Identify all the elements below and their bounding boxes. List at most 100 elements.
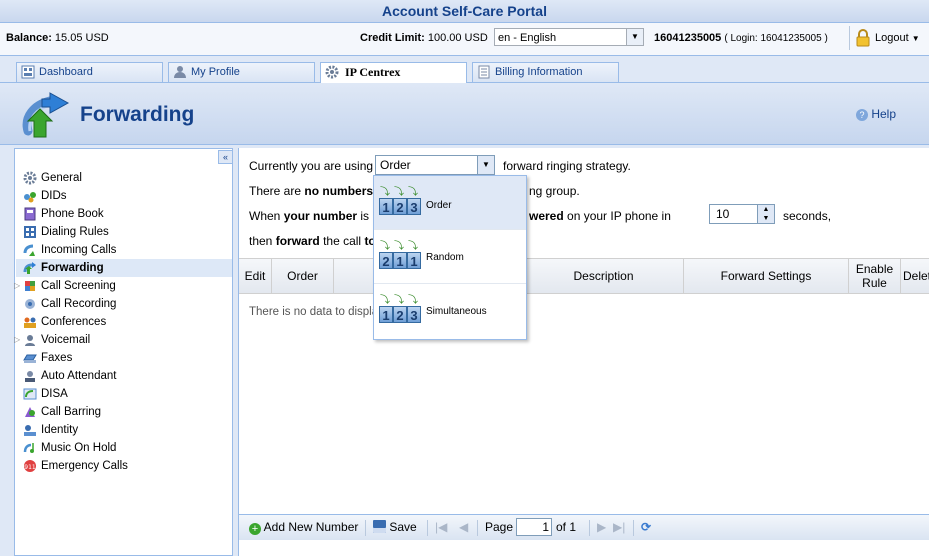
tab-ip-centrex[interactable]: IP Centrex (320, 62, 467, 83)
toolbar-separator (365, 520, 366, 536)
strategy-text-prefix: Currently you are using (249, 159, 374, 173)
sidebar: « General DIDs Phone Book Dialing Rules … (14, 148, 233, 556)
digit-icon: 1 (393, 252, 407, 269)
timeout-seconds-input[interactable]: 10 ▲ ▼ (709, 204, 775, 224)
sidebar-item-conferences[interactable]: Conferences (16, 313, 232, 331)
next-page-icon[interactable]: ▶ (597, 520, 606, 534)
toolbar-separator (589, 520, 590, 536)
sidebar-item-forwarding[interactable]: Forwarding (16, 259, 232, 277)
column-delete[interactable]: Delete (901, 259, 929, 293)
grid-header: Edit Order Description Forward Settings … (239, 258, 929, 294)
previous-page-icon[interactable]: ◀ (459, 520, 468, 534)
sidebar-item-identity[interactable]: Identity (16, 421, 232, 439)
sidebar-item-phone-book[interactable]: Phone Book (16, 205, 232, 223)
call-recording-icon (23, 297, 37, 311)
chevron-down-icon: ▼ (477, 156, 494, 174)
dids-icon (23, 189, 37, 203)
sidebar-item-call-recording[interactable]: Call Recording (16, 295, 232, 313)
sidebar-item-faxes[interactable]: Faxes (16, 349, 232, 367)
last-page-icon[interactable]: ▶| (613, 520, 625, 534)
sidebar-item-dialing-rules[interactable]: Dialing Rules (16, 223, 232, 241)
tab-label: My Profile (191, 66, 240, 78)
empty-grid-message: There is no data to display (249, 306, 384, 318)
tab-billing-information[interactable]: Billing Information (472, 62, 619, 82)
forward-text: then forward the call to (249, 234, 376, 248)
sidebar-item-call-screening[interactable]: ▷ Call Screening (14, 277, 232, 295)
strategy-option-random[interactable]: ⤵ ⤵ ⤵ 2 1 1 Random (374, 230, 526, 284)
strategy-text-suffix: forward ringing strategy. (503, 159, 631, 173)
logout-label: Logout (875, 32, 909, 44)
tab-label: Dashboard (39, 66, 93, 78)
balance-info: Balance: 15.05 USD (6, 32, 109, 44)
first-page-icon[interactable]: |◀ (435, 520, 447, 534)
lock-icon (855, 29, 871, 47)
sidebar-item-music-on-hold[interactable]: Music On Hold (16, 439, 232, 457)
emergency-icon: 911 (23, 459, 37, 473)
login-text: ( Login: 16041235005 ) (724, 33, 828, 44)
page-label: Page (485, 520, 514, 534)
music-icon (23, 441, 37, 455)
strategy-option-order[interactable]: ⤵ ⤵ ⤵ 1 2 3 Order (374, 176, 526, 230)
tab-label: Billing Information (495, 66, 583, 78)
sidebar-item-call-barring[interactable]: Call Barring (16, 403, 232, 421)
text-part: on your IP phone in (567, 209, 671, 223)
column-enable-rule[interactable]: Enable Rule (849, 259, 901, 293)
sidebar-item-label: Incoming Calls (41, 244, 117, 256)
expand-arrow-icon[interactable]: ▷ (14, 277, 20, 295)
text-bold: your number (283, 209, 358, 223)
digit-icon: 2 (379, 252, 393, 269)
arrow-icon: ⤵ (380, 241, 390, 252)
digit-icon: 2 (393, 198, 407, 215)
credit-limit-value: 100.00 USD (427, 32, 488, 44)
save-button[interactable]: Save (373, 520, 417, 534)
page-number-input[interactable]: 1 (516, 518, 552, 536)
sidebar-item-auto-attendant[interactable]: Auto Attendant (16, 367, 232, 385)
add-new-number-button[interactable]: + Add New Number (249, 520, 358, 535)
sidebar-item-general[interactable]: General (16, 169, 232, 187)
help-button[interactable]: ? Help (856, 107, 896, 121)
sidebar-item-voicemail[interactable]: ▷ Voicemail (14, 331, 232, 349)
seconds-value: 10 (716, 207, 730, 221)
toolbar-separator (427, 520, 428, 536)
column-order[interactable]: Order (272, 259, 334, 293)
balance-value: 15.05 USD (54, 32, 109, 44)
credit-limit-label: Credit Limit: (360, 32, 425, 44)
sidebar-item-label: Call Recording (41, 298, 117, 310)
sidebar-item-disa[interactable]: DISA (16, 385, 232, 403)
digit-icon: 1 (407, 252, 421, 269)
page-title: Forwarding (80, 103, 195, 126)
balance-label: Balance: (6, 32, 52, 44)
strategy-option-simultaneous[interactable]: ⤵ ⤵ ⤵ 1 2 3 Simultaneous (374, 284, 526, 338)
refresh-icon[interactable]: ⟳ (641, 520, 651, 534)
sidebar-item-dids[interactable]: DIDs (16, 187, 232, 205)
account-info: 16041235005 ( Login: 16041235005 ) (654, 32, 828, 44)
column-forward-settings[interactable]: Forward Settings (684, 259, 849, 293)
chevron-down-icon: ▼ (626, 29, 643, 45)
arrow-icon: ⤵ (380, 187, 390, 198)
timeout-text-prefix: When your number is (249, 209, 369, 223)
sidebar-item-label: Dialing Rules (41, 226, 109, 238)
expand-arrow-icon[interactable]: ▷ (14, 331, 20, 349)
arrow-icon: ⤵ (408, 187, 418, 198)
sidebar-item-emergency-calls[interactable]: 911 Emergency Calls (16, 457, 232, 475)
gear-icon (23, 171, 37, 185)
column-edit[interactable]: Edit (239, 259, 272, 293)
collapse-sidebar-button[interactable]: « (218, 150, 233, 164)
call-screening-icon (23, 279, 37, 293)
ringing-strategy-select[interactable]: Order ▼ (375, 155, 495, 175)
spinner-icon[interactable]: ▲ ▼ (757, 205, 774, 223)
chevron-down-icon: ▼ (911, 34, 920, 43)
text-part: the call (323, 234, 362, 248)
text-bold: forward (275, 234, 320, 248)
logout-button[interactable]: Logout ▼ (875, 32, 920, 44)
sidebar-item-incoming-calls[interactable]: Incoming Calls (16, 241, 232, 259)
add-new-label: Add New Number (263, 520, 359, 534)
help-icon: ? (856, 108, 868, 121)
fax-icon (23, 351, 37, 365)
arrow-icon: ⤵ (408, 295, 418, 306)
language-select[interactable]: en - English ▼ (494, 28, 644, 46)
tab-dashboard[interactable]: Dashboard (16, 62, 163, 82)
tab-my-profile[interactable]: My Profile (168, 62, 315, 82)
text-part: then (249, 234, 273, 248)
toolbar-separator (477, 520, 478, 536)
